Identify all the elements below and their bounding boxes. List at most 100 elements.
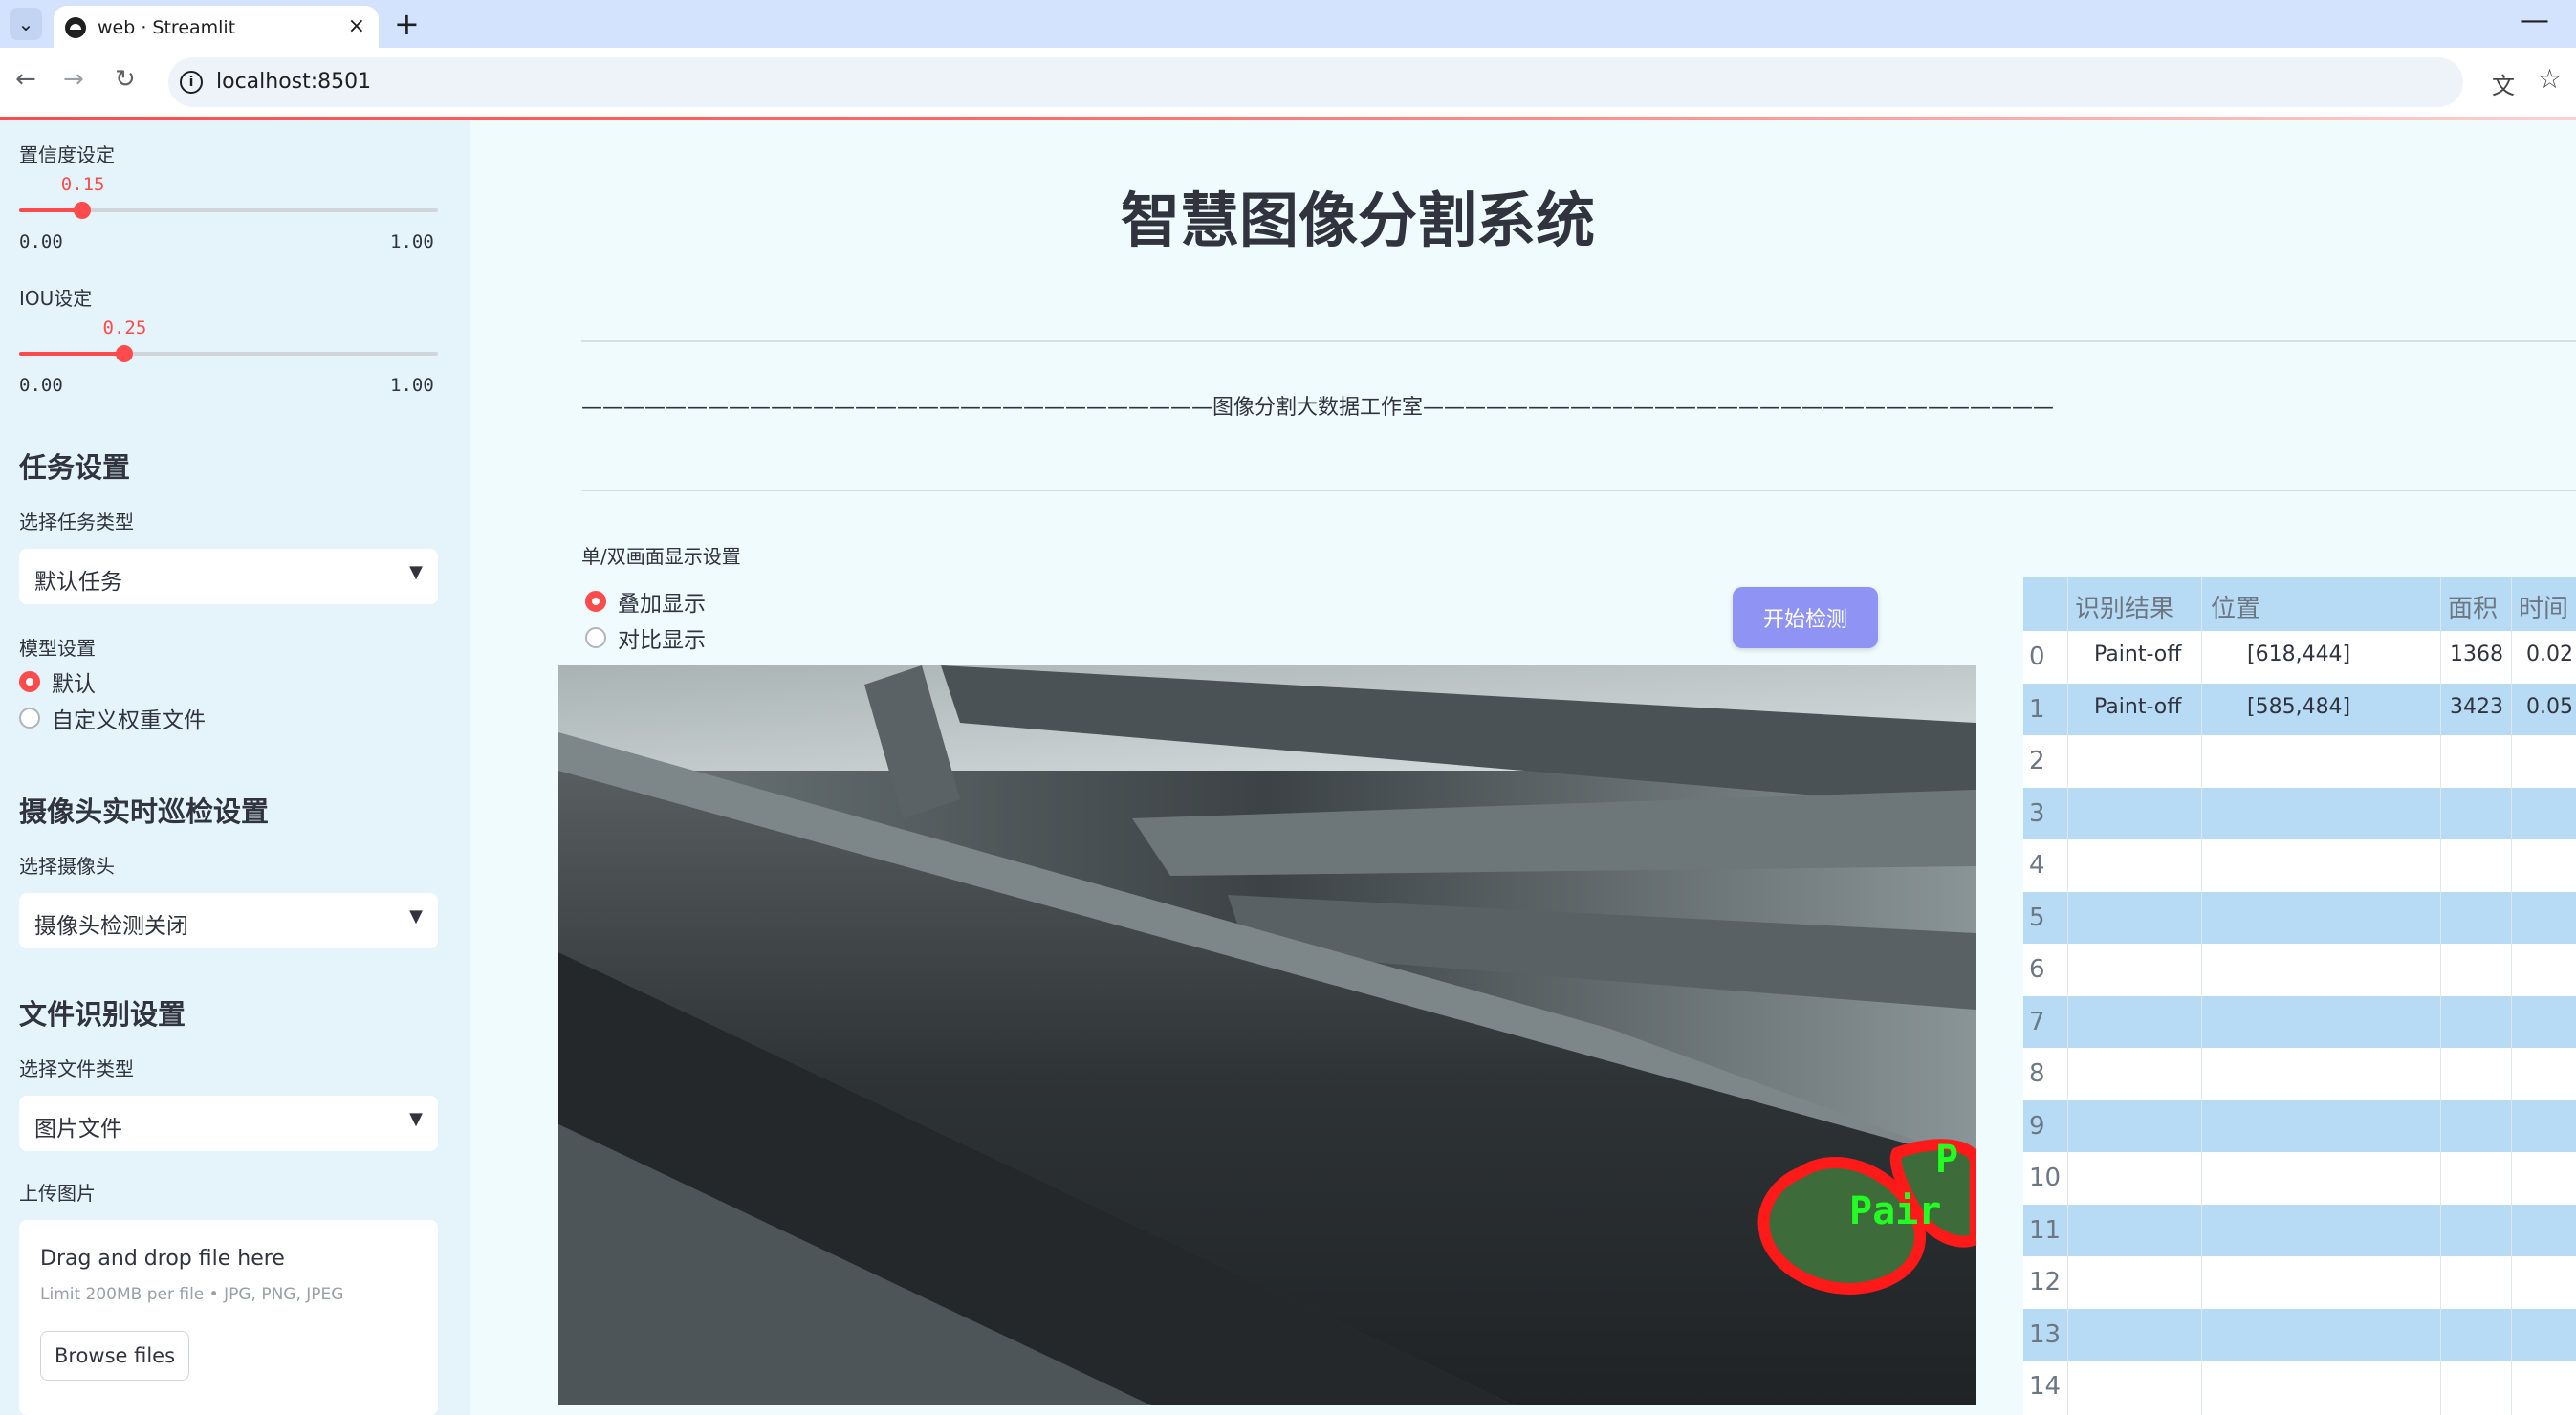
header-position: 位置 bbox=[2211, 595, 2261, 623]
table-row[interactable]: 14 bbox=[2023, 1361, 2576, 1412]
scene-photo: P Pair bbox=[558, 665, 1976, 1405]
table-row[interactable]: 13 bbox=[2023, 1308, 2576, 1361]
browser-tab[interactable]: web · Streamlit × bbox=[54, 6, 379, 48]
page-title: 智慧图像分割系统 bbox=[1120, 185, 1595, 255]
row-index: 3 bbox=[2029, 798, 2045, 828]
detection-label-1: P bbox=[1935, 1138, 1958, 1182]
upload-hint: Limit 200MB per file • JPG, PNG, JPEG bbox=[40, 1285, 344, 1304]
cell-area: 3423 bbox=[2450, 694, 2503, 719]
confidence-label: 置信度设定 bbox=[19, 143, 115, 166]
table-header: 识别结果 位置 面积 时间 bbox=[2023, 577, 2576, 631]
display-settings-label: 单/双画面显示设置 bbox=[581, 545, 741, 568]
display-option-label: 对比显示 bbox=[618, 628, 706, 653]
radio-unselected-icon[interactable] bbox=[585, 627, 606, 648]
chevron-down-icon: ▼ bbox=[409, 906, 423, 926]
task-type-select[interactable]: 默认任务 ▼ bbox=[19, 549, 438, 604]
chevron-down-icon: ▼ bbox=[409, 562, 423, 582]
column-divider bbox=[2201, 577, 2202, 1415]
radio-selected-icon[interactable] bbox=[585, 591, 606, 612]
iou-label: IOU设定 bbox=[19, 287, 93, 310]
model-radio-default[interactable]: 默认 bbox=[19, 667, 96, 697]
table-row[interactable]: 3 bbox=[2023, 787, 2576, 839]
task-type-value: 默认任务 bbox=[34, 570, 122, 595]
header-area: 面积 bbox=[2448, 595, 2499, 623]
url-text[interactable]: localhost:8501 bbox=[216, 70, 371, 94]
row-index: 9 bbox=[2029, 1111, 2045, 1141]
row-index: 6 bbox=[2029, 955, 2045, 984]
model-radio-custom[interactable]: 自定义权重文件 bbox=[19, 704, 206, 733]
table-row[interactable]: 4 bbox=[2023, 839, 2576, 891]
camera-label: 选择摄像头 bbox=[19, 855, 115, 878]
file-settings-heading: 文件识别设置 bbox=[19, 998, 186, 1031]
camera-settings-heading: 摄像头实时巡检设置 bbox=[19, 795, 270, 828]
forward-arrow-icon[interactable]: → bbox=[63, 65, 84, 94]
table-row[interactable]: 10 bbox=[2023, 1152, 2576, 1204]
row-index: 5 bbox=[2029, 903, 2045, 932]
new-tab-icon[interactable]: + bbox=[394, 6, 420, 42]
radio-unselected-icon[interactable] bbox=[19, 708, 40, 729]
tab-list-chevron-icon[interactable]: ⌄ bbox=[10, 8, 42, 40]
iou-slider-fill bbox=[19, 352, 124, 356]
streamlit-favicon-icon bbox=[65, 17, 86, 38]
file-type-select[interactable]: 图片文件 ▼ bbox=[19, 1096, 438, 1151]
display-radio-compare[interactable]: 对比显示 bbox=[585, 623, 706, 653]
table-row[interactable]: 8 bbox=[2023, 1048, 2576, 1099]
file-type-value: 图片文件 bbox=[34, 1117, 122, 1142]
camera-select[interactable]: 摄像头检测关闭 ▼ bbox=[19, 893, 438, 948]
task-settings-heading: 任务设置 bbox=[19, 451, 131, 484]
row-index: 1 bbox=[2029, 694, 2045, 724]
table-row[interactable]: 0 Paint-off [618,444] 1368 0.02 bbox=[2023, 631, 2576, 683]
model-option-label: 默认 bbox=[52, 672, 96, 697]
row-index: 14 bbox=[2029, 1372, 2062, 1401]
tab-close-icon[interactable]: × bbox=[348, 14, 365, 38]
cell-position: [618,444] bbox=[2247, 642, 2351, 666]
iou-slider[interactable] bbox=[19, 345, 438, 362]
confidence-slider-thumb[interactable] bbox=[73, 202, 91, 219]
row-index: 7 bbox=[2029, 1007, 2045, 1036]
camera-value: 摄像头检测关闭 bbox=[34, 914, 188, 939]
browser-toolbar: ← → ↻ i localhost:8501 bbox=[0, 48, 2576, 117]
table-row[interactable]: 12 bbox=[2023, 1256, 2576, 1308]
browser-tab-bar: ⌄ web · Streamlit × + — bbox=[0, 0, 2576, 48]
table-row[interactable]: 7 bbox=[2023, 995, 2576, 1048]
back-arrow-icon[interactable]: ← bbox=[15, 65, 36, 94]
confidence-slider-fill bbox=[19, 208, 82, 212]
radio-selected-icon[interactable] bbox=[19, 671, 40, 692]
minimize-window-icon[interactable]: — bbox=[2521, 4, 2549, 37]
upload-title: Drag and drop file here bbox=[40, 1247, 285, 1271]
column-divider bbox=[2440, 577, 2441, 1415]
translate-icon[interactable]: 文 bbox=[2492, 67, 2515, 100]
table-row[interactable]: 1 Paint-off [585,484] 3423 0.05 bbox=[2023, 683, 2576, 735]
iou-slider-value: 0.25 bbox=[102, 317, 147, 338]
column-divider bbox=[2067, 577, 2068, 1415]
display-radio-overlay[interactable]: 叠加显示 bbox=[585, 587, 706, 617]
file-uploader-dropzone[interactable]: Drag and drop file here Limit 200MB per … bbox=[19, 1220, 438, 1415]
cell-area: 1368 bbox=[2450, 642, 2503, 666]
table-row[interactable]: 9 bbox=[2023, 1099, 2576, 1152]
cell-result: Paint-off bbox=[2094, 694, 2182, 719]
iou-slider-max: 1.00 bbox=[390, 375, 434, 396]
cell-time: 0.05 bbox=[2526, 694, 2573, 719]
table-row[interactable]: 2 bbox=[2023, 735, 2576, 787]
row-index: 11 bbox=[2029, 1215, 2062, 1245]
model-option-label: 自定义权重文件 bbox=[52, 708, 206, 733]
browse-files-button[interactable]: Browse files bbox=[40, 1331, 189, 1381]
table-row[interactable]: 11 bbox=[2023, 1204, 2576, 1256]
tab-title: web · Streamlit bbox=[98, 17, 236, 38]
table-row[interactable]: 6 bbox=[2023, 944, 2576, 995]
divider bbox=[581, 490, 2576, 491]
start-detection-button[interactable]: 开始检测 bbox=[1733, 587, 1878, 648]
address-bar[interactable]: i localhost:8501 bbox=[168, 57, 2463, 107]
cell-position: [585,484] bbox=[2247, 694, 2351, 719]
header-time: 时间 bbox=[2519, 595, 2569, 623]
site-info-icon[interactable]: i bbox=[180, 71, 203, 94]
chevron-down-icon: ▼ bbox=[409, 1109, 423, 1129]
bookmark-star-icon[interactable]: ☆ bbox=[2538, 63, 2562, 95]
confidence-slider-min: 0.00 bbox=[19, 231, 63, 252]
confidence-slider[interactable] bbox=[19, 202, 438, 219]
iou-slider-thumb[interactable] bbox=[115, 345, 133, 362]
task-type-label: 选择任务类型 bbox=[19, 511, 134, 533]
reload-icon[interactable]: ↻ bbox=[115, 65, 136, 94]
table-row[interactable]: 5 bbox=[2023, 891, 2576, 944]
studio-banner: ——————————————————————————————图像分割大数据工作室… bbox=[581, 396, 2055, 420]
